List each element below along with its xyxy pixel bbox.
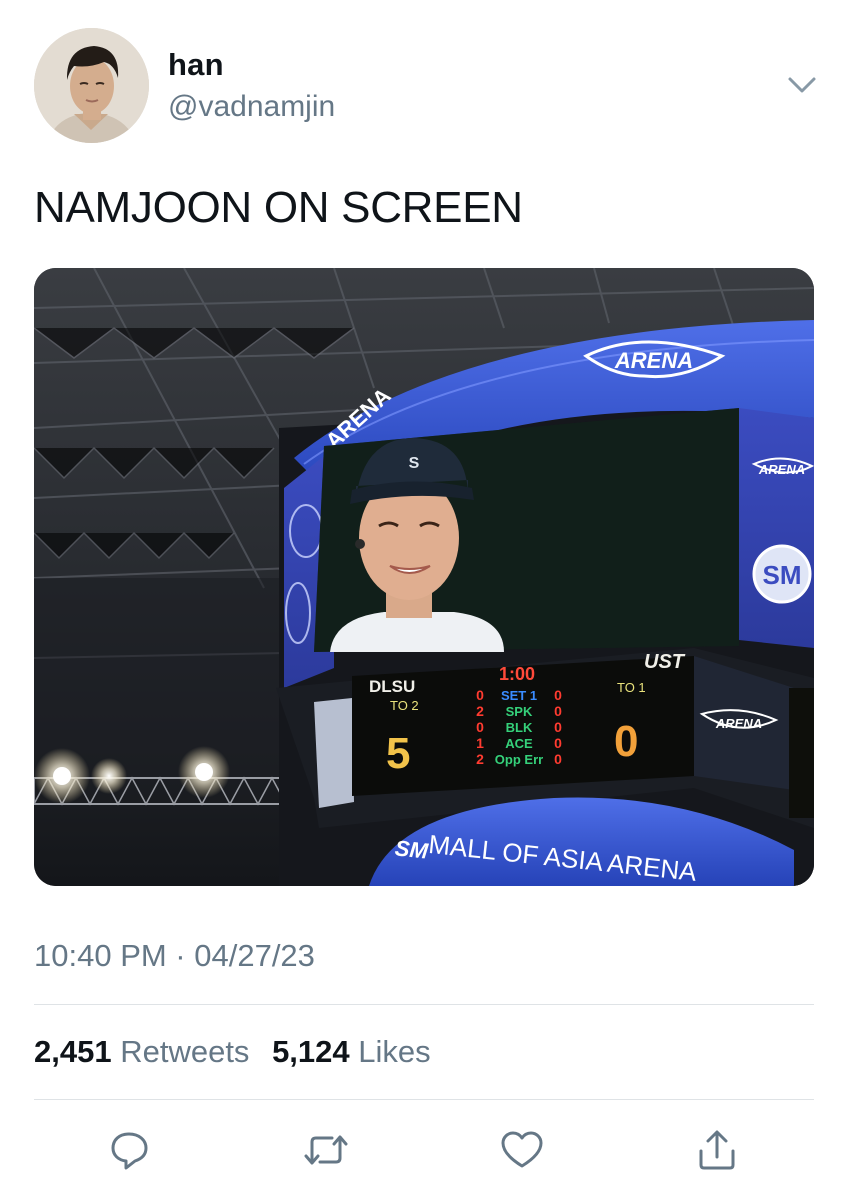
- sm-logo: SM: [763, 560, 802, 590]
- home-stat-value: 0: [476, 687, 484, 703]
- chevron-down-icon[interactable]: [785, 72, 819, 98]
- share-button[interactable]: [693, 1126, 741, 1174]
- home-timeouts: TO 2: [390, 698, 419, 713]
- retweet-button[interactable]: [302, 1126, 350, 1174]
- stat-label: SPK: [506, 704, 533, 719]
- home-stat-value: 2: [476, 751, 484, 767]
- author-handle[interactable]: @vadnamjin: [168, 90, 335, 124]
- stat-label: BLK: [506, 720, 533, 735]
- away-team-label: UST: [644, 651, 686, 673]
- stat-label: Opp Err: [495, 752, 543, 767]
- author-display-name[interactable]: han: [168, 47, 224, 83]
- away-stat-value: 0: [554, 751, 562, 767]
- tweet-card: han @vadnamjin NAMJOON ON SCREEN ARENA A…: [0, 0, 849, 1200]
- divider: [34, 1004, 814, 1005]
- share-icon: [699, 1130, 735, 1170]
- tweet-timestamp[interactable]: 10:40 PM · 04/27/23: [34, 938, 315, 974]
- away-stat-value: 0: [554, 687, 562, 703]
- retweets-label[interactable]: Retweets: [120, 1034, 249, 1069]
- home-stat-value: 1: [476, 735, 484, 751]
- tweet-photo[interactable]: ARENA ARENA S ARENA SM DLSU UST 1:00 TO …: [34, 268, 814, 886]
- heart-icon: [501, 1131, 543, 1168]
- engagement-stats: 2,451 Retweets 5,124 Likes: [34, 1034, 445, 1070]
- stat-label: ACE: [505, 736, 533, 751]
- avatar[interactable]: [34, 28, 149, 143]
- svg-text:S: S: [409, 455, 420, 472]
- away-timeouts: TO 1: [617, 680, 646, 695]
- away-score: 0: [614, 717, 638, 766]
- svg-text:SM: SM: [394, 835, 430, 863]
- like-button[interactable]: [498, 1126, 546, 1174]
- home-stat-value: 2: [476, 703, 484, 719]
- arena-logo-scoreboard: ARENA: [715, 716, 762, 731]
- svg-text:ARENA: ARENA: [614, 348, 693, 373]
- away-stat-value: 0: [554, 719, 562, 735]
- arena-logo-side: ARENA: [758, 462, 805, 477]
- retweet-icon: [304, 1135, 348, 1165]
- likes-label[interactable]: Likes: [358, 1034, 430, 1069]
- divider: [34, 1099, 814, 1100]
- likes-count[interactable]: 5,124: [272, 1034, 350, 1069]
- tweet-text: NAMJOON ON SCREEN: [34, 183, 523, 232]
- retweets-count[interactable]: 2,451: [34, 1034, 112, 1069]
- away-stat-value: 0: [554, 735, 562, 751]
- home-stat-value: 0: [476, 719, 484, 735]
- home-score: 5: [386, 729, 410, 778]
- game-clock: 1:00: [499, 664, 535, 684]
- reply-button[interactable]: [106, 1126, 154, 1174]
- reply-icon: [111, 1132, 148, 1170]
- stat-label: SET 1: [501, 688, 537, 703]
- away-stat-value: 0: [554, 703, 562, 719]
- home-team-label: DLSU: [369, 677, 415, 696]
